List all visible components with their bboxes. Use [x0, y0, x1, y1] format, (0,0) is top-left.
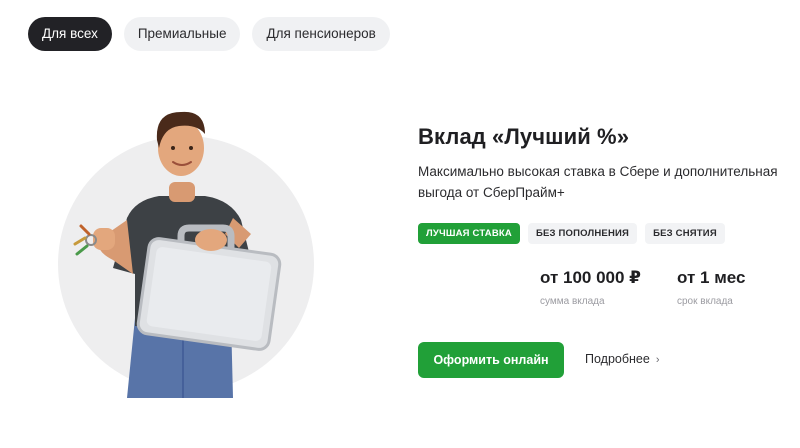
- tab-premium[interactable]: Премиальные: [123, 17, 241, 51]
- tab-for-all[interactable]: Для всех: [28, 17, 112, 51]
- stat-caption: срок вклада: [677, 296, 733, 307]
- apply-online-button[interactable]: Оформить онлайн: [418, 342, 564, 378]
- stat-value: от 100 000 ₽: [540, 268, 642, 287]
- man-with-briefcase-illustration: [55, 108, 317, 398]
- badge-no-top-up: БЕЗ ПОПОЛНЕНИЯ: [527, 223, 638, 244]
- stat-deposit-amount: от 100 000 ₽ сумма вклада: [540, 268, 641, 307]
- badge-list: ЛУЧШАЯ СТАВКА БЕЗ ПОПОЛНЕНИЯ БЕЗ СНЯТИЯ: [418, 223, 725, 244]
- tab-pensioners[interactable]: Для пенсионеров: [252, 17, 390, 51]
- tab-bar: Для всех Премиальные Для пенсионеров: [28, 17, 390, 51]
- stat-value: от 1 мес: [677, 268, 746, 287]
- more-details-link[interactable]: Подробнее ›: [585, 352, 660, 366]
- product-title: Вклад «Лучший %»: [418, 124, 630, 149]
- more-details-label: Подробнее: [585, 352, 650, 366]
- stat-caption: сумма вклада: [540, 296, 605, 307]
- product-description: Максимально высокая ставка в Сбере и доп…: [418, 164, 778, 200]
- chevron-right-icon: ›: [655, 354, 660, 366]
- badge-best-rate: ЛУЧШАЯ СТАВКА: [418, 223, 520, 244]
- badge-no-withdrawal: БЕЗ СНЯТИЯ: [645, 223, 725, 244]
- stat-deposit-term: от 1 мес срок вклада: [677, 268, 745, 307]
